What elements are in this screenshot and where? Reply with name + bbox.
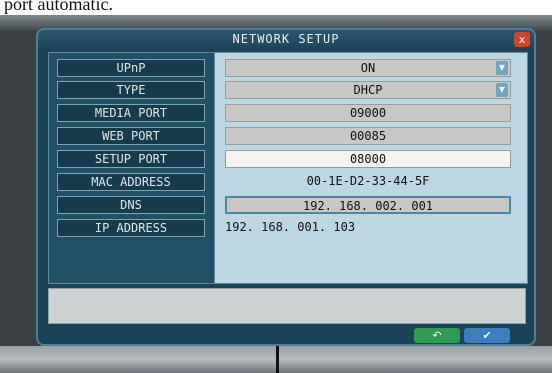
page-caption: port automatic.	[0, 0, 552, 15]
label-mac-address: MAC ADDRESS	[57, 173, 205, 191]
media-port-field[interactable]: 09000	[225, 104, 511, 122]
close-icon: x	[518, 33, 526, 46]
web-port-field[interactable]: 00085	[225, 127, 511, 145]
dns-field[interactable]: 192. 168. 002. 001	[225, 196, 511, 214]
type-select[interactable]: DHCP ▼	[225, 81, 511, 99]
label-media-port: MEDIA PORT	[57, 104, 205, 122]
network-setup-dialog: NETWORK SETUP x UPnP TYPE MEDIA PORT WEB…	[36, 28, 536, 346]
camera-tile-divider	[276, 346, 279, 373]
check-icon: ✔	[482, 329, 492, 342]
mac-address-value: 00-1E-D2-33-44-5F	[306, 174, 430, 188]
dialog-title: NETWORK SETUP	[232, 32, 340, 46]
back-arrow-icon: ↶	[432, 329, 442, 342]
type-value: DHCP	[353, 83, 383, 97]
label-web-port: WEB PORT	[57, 127, 205, 145]
label-dns: DNS	[57, 196, 205, 214]
dialog-title-bar: NETWORK SETUP x	[38, 30, 534, 50]
upnp-select[interactable]: ON ▼	[225, 59, 511, 77]
label-upnp: UPnP	[57, 59, 205, 77]
label-panel: UPnP TYPE MEDIA PORT WEB PORT SETUP PORT…	[48, 52, 216, 284]
ip-address-value: 192. 168. 001. 103	[225, 220, 356, 234]
status-bar	[48, 288, 526, 324]
field-panel: ON ▼ DHCP ▼ 09000 00085 08000 00-1E-D2-3…	[214, 52, 528, 284]
chevron-down-icon[interactable]: ▼	[496, 83, 508, 97]
close-button[interactable]: x	[514, 32, 530, 47]
label-ip-address: IP ADDRESS	[57, 219, 205, 237]
confirm-button[interactable]: ✔	[464, 328, 510, 343]
upnp-value: ON	[360, 61, 376, 75]
label-setup-port: SETUP PORT	[57, 150, 205, 168]
back-button[interactable]: ↶	[414, 328, 460, 343]
label-type: TYPE	[57, 81, 205, 99]
chevron-down-icon[interactable]: ▼	[496, 61, 508, 75]
setup-port-field[interactable]: 08000	[225, 150, 511, 168]
